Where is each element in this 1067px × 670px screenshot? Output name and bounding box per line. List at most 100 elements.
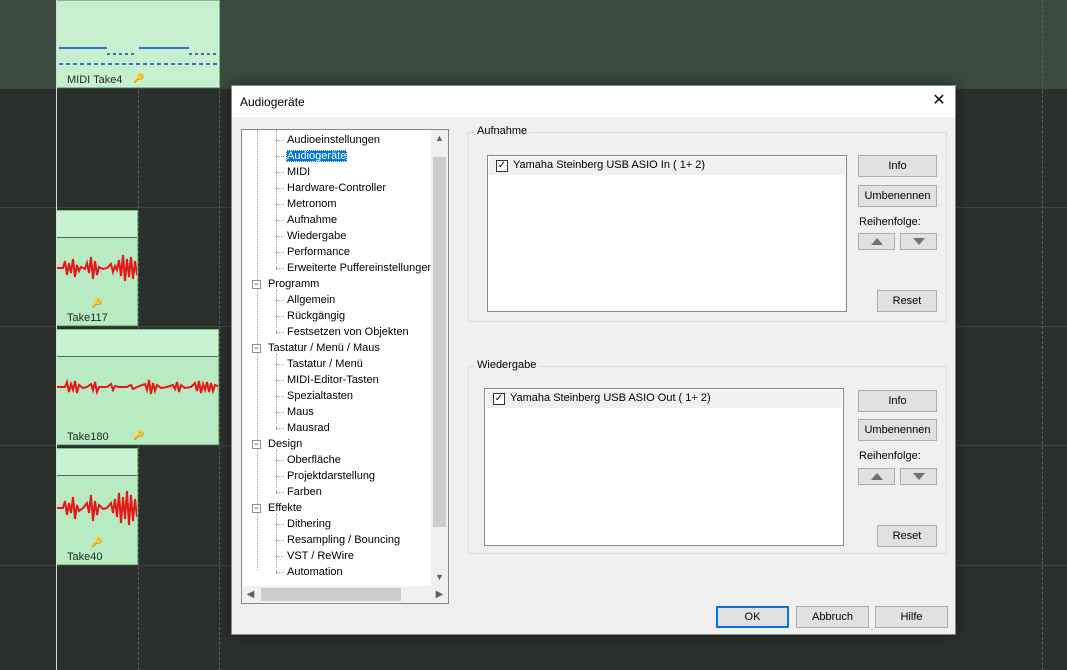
tree-connector bbox=[276, 236, 284, 237]
arrow-up-icon bbox=[871, 473, 883, 480]
tree-item-label: Audioeinstellungen bbox=[287, 134, 380, 146]
tree-item[interactable]: Allgemein bbox=[286, 292, 336, 308]
tree-item-label: Tastatur / Menü bbox=[287, 358, 363, 370]
close-icon[interactable]: ✕ bbox=[923, 86, 955, 117]
tree-item-label: Spezialtasten bbox=[287, 390, 354, 402]
clip-name: Take40 bbox=[67, 551, 103, 563]
tree-item[interactable]: Performance bbox=[286, 244, 351, 260]
tree-item[interactable]: Oberfläche bbox=[286, 452, 342, 468]
tree-connector bbox=[276, 396, 284, 397]
tree-item-label: Rückgängig bbox=[287, 310, 346, 322]
collapse-icon[interactable]: − bbox=[252, 504, 261, 513]
tree-connector bbox=[276, 380, 284, 381]
scroll-up-icon[interactable]: ▲ bbox=[431, 130, 448, 147]
tree-connector bbox=[276, 172, 284, 173]
tree-item-label: Automation bbox=[287, 566, 343, 578]
move-up-button[interactable] bbox=[858, 233, 895, 250]
audio-clip[interactable]: 🔑 Take40 bbox=[56, 448, 138, 565]
tree-connector bbox=[276, 492, 284, 493]
tree-item[interactable]: Audioeinstellungen bbox=[286, 132, 381, 148]
tree-horizontal-scrollbar[interactable]: ◀ ▶ bbox=[242, 586, 448, 603]
playhead-cursor[interactable] bbox=[56, 0, 57, 670]
tree-item[interactable]: Projektdarstellung bbox=[286, 468, 376, 484]
collapse-icon[interactable]: − bbox=[252, 280, 261, 289]
collapse-icon[interactable]: − bbox=[252, 344, 261, 353]
ok-button[interactable]: OK bbox=[716, 606, 789, 628]
checkbox-checked[interactable]: ✓ bbox=[493, 393, 505, 405]
tree-category[interactable]: Design bbox=[267, 436, 303, 452]
tree-item[interactable]: Festsetzen von Objekten bbox=[286, 324, 410, 340]
tree-item[interactable]: Resampling / Bouncing bbox=[286, 532, 401, 548]
dialog-title: Audiogeräte bbox=[240, 95, 305, 109]
playback-device-list[interactable]: ✓ Yamaha Steinberg USB ASIO Out ( 1+ 2) bbox=[484, 388, 844, 546]
tree-item-label: Programm bbox=[268, 278, 320, 290]
tree-item[interactable]: Rückgängig bbox=[286, 308, 346, 324]
tree-item[interactable]: Tastatur / Menü bbox=[286, 356, 364, 372]
tree-connector bbox=[276, 300, 284, 301]
playback-device-label: Yamaha Steinberg USB ASIO Out ( 1+ 2) bbox=[510, 392, 711, 404]
tree-connector bbox=[276, 428, 284, 429]
arrow-up-icon bbox=[871, 238, 883, 245]
tree-item[interactable]: Hardware-Controller bbox=[286, 180, 387, 196]
reset-button[interactable]: Reset bbox=[877, 290, 937, 312]
move-up-button[interactable] bbox=[858, 468, 895, 485]
key-icon: 🔑 bbox=[91, 298, 103, 308]
tree-item[interactable]: VST / ReWire bbox=[286, 548, 355, 564]
tree-connector bbox=[276, 252, 284, 253]
tree-item[interactable]: Automation bbox=[286, 564, 344, 580]
tree-category[interactable]: Tastatur / Menü / Maus bbox=[267, 340, 381, 356]
reset-button[interactable]: Reset bbox=[877, 525, 937, 547]
scroll-thumb[interactable] bbox=[433, 157, 446, 527]
rename-button[interactable]: Umbenennen bbox=[858, 419, 937, 441]
tree-item-label: Performance bbox=[287, 246, 350, 258]
tree-item[interactable]: Maus bbox=[286, 404, 315, 420]
tree-item-label: Allgemein bbox=[287, 294, 336, 306]
move-down-button[interactable] bbox=[900, 233, 937, 250]
tree-item[interactable]: Metronom bbox=[286, 196, 338, 212]
tree-connector bbox=[276, 332, 284, 333]
tree-item[interactable]: MIDI bbox=[286, 164, 311, 180]
recording-device-list[interactable]: ✓ Yamaha Steinberg USB ASIO In ( 1+ 2) bbox=[487, 155, 847, 312]
tree-item-label: Audiogeräte bbox=[286, 150, 348, 162]
tree-item[interactable]: Spezialtasten bbox=[286, 388, 354, 404]
tree-guide bbox=[276, 450, 277, 494]
info-button[interactable]: Info bbox=[858, 390, 937, 412]
midi-clip[interactable]: MIDI Take4 🔑 bbox=[56, 0, 220, 88]
tree-connector bbox=[276, 316, 284, 317]
tree-item-label: Effekte bbox=[268, 502, 303, 514]
recording-device-label: Yamaha Steinberg USB ASIO In ( 1+ 2) bbox=[513, 159, 706, 171]
info-button[interactable]: Info bbox=[858, 155, 937, 177]
tree-item[interactable]: MIDI-Editor-Tasten bbox=[286, 372, 380, 388]
move-down-button[interactable] bbox=[900, 468, 937, 485]
cancel-button[interactable]: Abbruch bbox=[796, 606, 869, 628]
tree-item-label: Dithering bbox=[287, 518, 332, 530]
tree-item[interactable]: Farben bbox=[286, 484, 323, 500]
playback-device-row[interactable]: ✓ Yamaha Steinberg USB ASIO Out ( 1+ 2) bbox=[486, 390, 842, 408]
grid-line bbox=[1042, 0, 1043, 670]
scroll-left-icon[interactable]: ◀ bbox=[242, 586, 259, 603]
tree-item[interactable]: Audiogeräte bbox=[286, 148, 348, 164]
tree-item[interactable]: Aufnahme bbox=[286, 212, 338, 228]
scroll-thumb[interactable] bbox=[261, 588, 401, 601]
tree-item[interactable]: Mausrad bbox=[286, 420, 331, 436]
tree-connector bbox=[276, 204, 284, 205]
checkbox-checked[interactable]: ✓ bbox=[496, 160, 508, 172]
tree-connector bbox=[276, 220, 284, 221]
rename-button[interactable]: Umbenennen bbox=[858, 185, 937, 207]
tree-item[interactable]: Wiedergabe bbox=[286, 228, 347, 244]
tree-category[interactable]: Effekte bbox=[267, 500, 303, 516]
tree-connector bbox=[276, 540, 284, 541]
tree-category[interactable]: Programm bbox=[267, 276, 320, 292]
audio-clip[interactable]: Take180 🔑 bbox=[56, 329, 219, 445]
tree-vertical-scrollbar[interactable]: ▲ ▼ bbox=[431, 130, 448, 586]
settings-tree[interactable]: Audioeinstellungen Audiogeräte MIDI Hardwar… bbox=[241, 129, 449, 604]
tree-item[interactable]: Erweiterte Puffereinstellungen bbox=[286, 260, 435, 276]
help-button[interactable]: Hilfe bbox=[875, 606, 948, 628]
collapse-icon[interactable]: − bbox=[252, 440, 261, 449]
recording-device-row[interactable]: ✓ Yamaha Steinberg USB ASIO In ( 1+ 2) bbox=[489, 157, 845, 175]
scroll-right-icon[interactable]: ▶ bbox=[431, 586, 448, 603]
tree-item[interactable]: Dithering bbox=[286, 516, 332, 532]
scroll-down-icon[interactable]: ▼ bbox=[431, 569, 448, 586]
audio-clip[interactable]: 🔑 Take117 bbox=[56, 210, 138, 326]
midi-notes bbox=[59, 47, 219, 65]
